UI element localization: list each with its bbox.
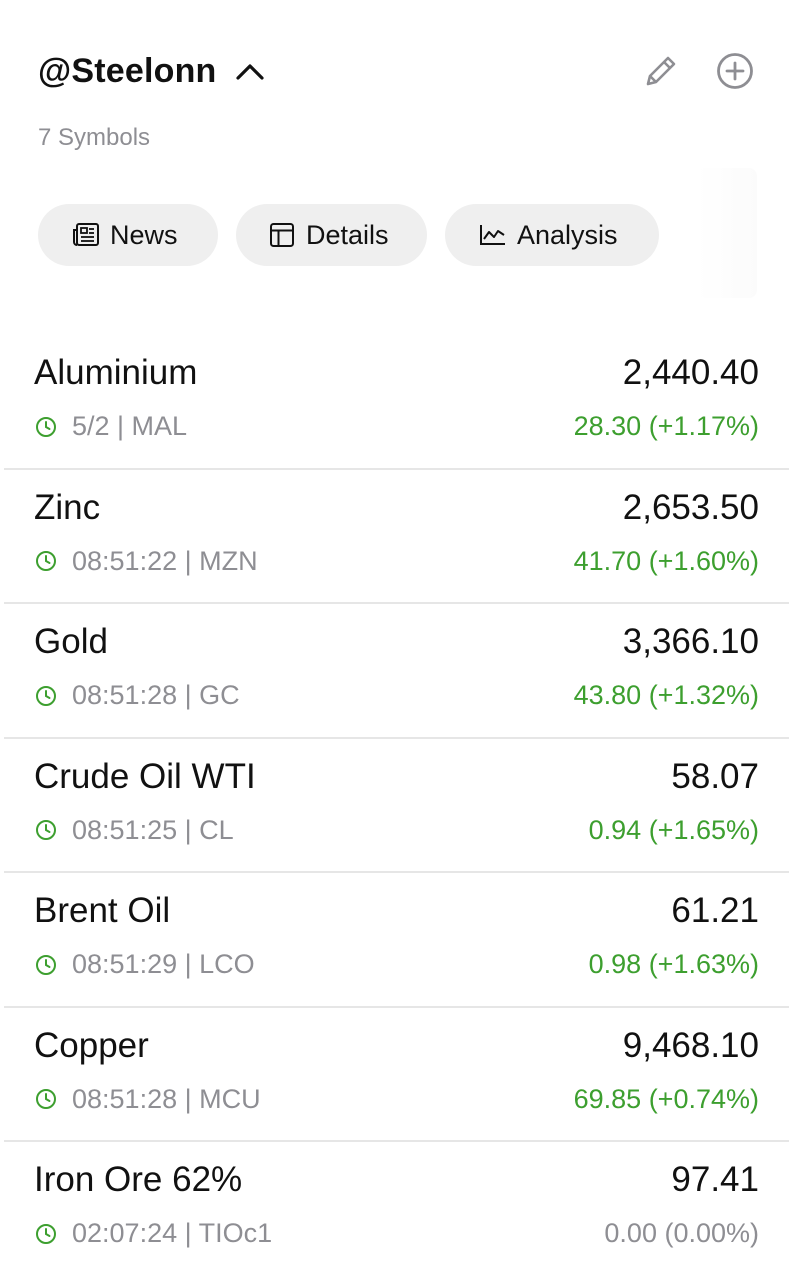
symbol-meta: 08:51:29 | LCO bbox=[34, 949, 255, 980]
watchlist-title[interactable]: @Steelonn bbox=[38, 52, 217, 91]
symbol-change: 0.94 (+1.65%) bbox=[588, 814, 759, 845]
symbol-time-ticker: 08:51:22 | MZN bbox=[72, 545, 258, 576]
watchlist-header: @Steelonn bbox=[38, 48, 755, 94]
symbol-price: 3,366.10 bbox=[622, 622, 759, 661]
symbol-change: 0.00 (0.00%) bbox=[604, 1218, 759, 1248]
clock-icon bbox=[34, 549, 58, 573]
action-tabs: News Details Analysis bbox=[38, 204, 659, 266]
symbol-meta: 08:51:25 | CL bbox=[34, 815, 234, 846]
symbol-time-ticker: 08:51:25 | CL bbox=[72, 814, 234, 845]
symbol-price: 9,468.10 bbox=[622, 1025, 759, 1065]
symbol-row-zinc[interactable]: Zinc 2,653.50 08:51:22 | MZN 41.70 (+1.6… bbox=[4, 470, 789, 604]
clock-icon bbox=[34, 1222, 58, 1246]
symbol-meta: 08:51:28 | MCU bbox=[34, 1084, 261, 1115]
tab-details[interactable]: Details bbox=[236, 204, 427, 266]
symbol-name: Gold bbox=[34, 622, 108, 661]
symbol-row-crude-oil-wti[interactable]: Crude Oil WTI 58.07 08:51:25 | CL 0.94 (… bbox=[4, 739, 789, 873]
add-circle-icon[interactable] bbox=[715, 51, 755, 91]
symbol-price: 97.41 bbox=[671, 1160, 759, 1199]
tab-news-label: News bbox=[110, 219, 178, 250]
symbol-change: 28.30 (+1.17%) bbox=[573, 411, 759, 441]
symbol-price: 61.21 bbox=[671, 891, 759, 930]
edit-pencil-icon[interactable] bbox=[641, 51, 681, 91]
chevron-up-icon[interactable] bbox=[235, 56, 265, 86]
symbol-time-ticker: 5/2 | MAL bbox=[72, 411, 188, 441]
tab-details-label: Details bbox=[306, 219, 389, 250]
clock-icon bbox=[34, 415, 58, 439]
symbol-price: 58.07 bbox=[671, 756, 759, 796]
tab-news[interactable]: News bbox=[38, 204, 218, 266]
symbol-name: Brent Oil bbox=[34, 891, 171, 930]
symbol-time-ticker: 08:51:28 | GC bbox=[72, 680, 240, 710]
tab-analysis-label: Analysis bbox=[517, 219, 618, 250]
symbol-change: 69.85 (+0.74%) bbox=[573, 1083, 759, 1114]
symbol-meta: 08:51:28 | GC bbox=[34, 680, 240, 711]
symbol-time-ticker: 08:51:29 | LCO bbox=[72, 949, 255, 979]
symbol-row-gold[interactable]: Gold 3,366.10 08:51:28 | GC 43.80 (+1.32… bbox=[4, 604, 789, 739]
symbol-count: 7 Symbols bbox=[38, 124, 151, 151]
symbol-row-iron-ore[interactable]: Iron Ore 62% 97.41 02:07:24 | TIOc1 0.00… bbox=[4, 1142, 789, 1277]
symbol-time-ticker: 08:51:28 | MCU bbox=[72, 1083, 261, 1114]
tab-analysis[interactable]: Analysis bbox=[445, 204, 659, 266]
newspaper-icon bbox=[72, 221, 100, 249]
symbol-name: Aluminium bbox=[34, 353, 198, 392]
clock-icon bbox=[34, 953, 58, 977]
symbol-time-ticker: 02:07:24 | TIOc1 bbox=[72, 1218, 273, 1248]
symbol-row-aluminium[interactable]: Aluminium 2,440.40 5/2 | MAL 28.30 (+1.1… bbox=[4, 335, 789, 470]
symbol-list: Aluminium 2,440.40 5/2 | MAL 28.30 (+1.1… bbox=[0, 335, 789, 1277]
line-chart-icon bbox=[479, 221, 507, 249]
symbol-row-copper[interactable]: Copper 9,468.10 08:51:28 | MCU 69.85 (+0… bbox=[4, 1008, 789, 1142]
symbol-change: 0.98 (+1.63%) bbox=[588, 949, 759, 979]
symbol-meta: 08:51:22 | MZN bbox=[34, 546, 258, 577]
symbol-change: 41.70 (+1.60%) bbox=[573, 545, 759, 576]
symbol-price: 2,653.50 bbox=[622, 487, 759, 527]
symbol-row-brent-oil[interactable]: Brent Oil 61.21 08:51:29 | LCO 0.98 (+1.… bbox=[4, 873, 789, 1008]
header-actions bbox=[641, 51, 755, 91]
symbol-name: Crude Oil WTI bbox=[34, 756, 256, 796]
table-icon bbox=[268, 221, 296, 249]
clock-icon bbox=[34, 818, 58, 842]
symbol-name: Zinc bbox=[34, 487, 101, 527]
clock-icon bbox=[34, 684, 58, 708]
symbol-price: 2,440.40 bbox=[622, 353, 759, 392]
symbol-meta: 5/2 | MAL bbox=[34, 411, 187, 442]
scroll-fade bbox=[697, 168, 757, 298]
symbol-change: 43.80 (+1.32%) bbox=[573, 680, 759, 710]
clock-icon bbox=[34, 1087, 58, 1111]
symbol-name: Copper bbox=[34, 1025, 149, 1065]
symbol-name: Iron Ore 62% bbox=[34, 1160, 243, 1199]
symbol-meta: 02:07:24 | TIOc1 bbox=[34, 1218, 272, 1249]
